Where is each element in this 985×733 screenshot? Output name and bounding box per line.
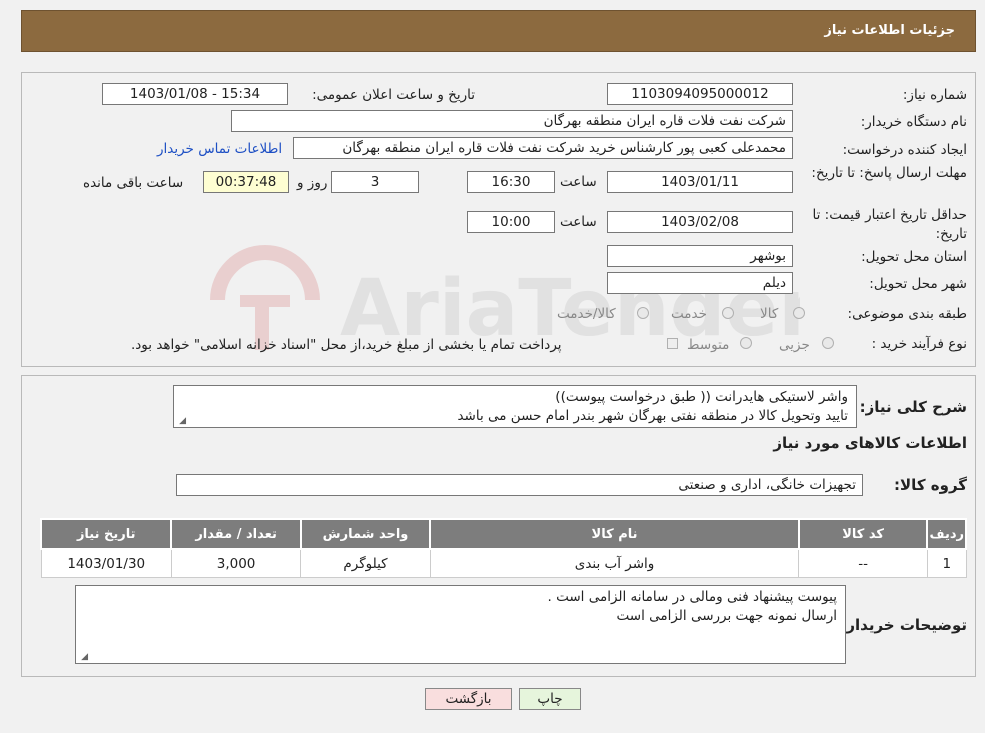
price-validity-label: حداقل تاریخ اعتبار قیمت: تا تاریخ:	[812, 207, 967, 242]
buyer-notes-textarea: پیوست پیشنهاد فنی ومالی در سامانه الزامی…	[75, 585, 846, 664]
page-header: جزئیات اطلاعات نیاز	[21, 10, 976, 52]
resize-grip-icon[interactable]: ◢	[78, 652, 88, 662]
category-option-goods-service: کالا/خدمت	[557, 306, 616, 322]
description-line-2: تایید وتحویل کالا در منطقه نفتی بهرگان ش…	[457, 408, 848, 424]
process-option-medium: متوسط	[687, 337, 730, 353]
goods-group-label: گروه کالا:	[894, 476, 967, 494]
resize-grip-icon[interactable]: ◢	[176, 416, 186, 426]
category-option-goods: کالا	[760, 306, 779, 322]
table-row: 1 -- واشر آب بندی کیلوگرم 3,000 1403/01/…	[40, 548, 967, 578]
page-title: جزئیات اطلاعات نیاز	[824, 23, 955, 38]
cell-unit: کیلوگرم	[300, 548, 431, 578]
reply-deadline-time: 16:30	[467, 171, 555, 193]
description-label: شرح کلی نیاز:	[859, 398, 967, 416]
buyer-notes-label: توضیحات خریدار:	[840, 616, 967, 634]
process-option-minor: جزیی	[779, 337, 810, 353]
cell-need-date: 1403/01/30	[40, 548, 172, 578]
header-row-number: ردیف	[926, 518, 967, 550]
cell-quantity: 3,000	[170, 548, 302, 578]
header-quantity: تعداد / مقدار	[170, 518, 302, 550]
treasury-checkbox[interactable]	[667, 338, 678, 349]
process-radio-minor[interactable]	[822, 337, 834, 349]
header-need-date: تاریخ نیاز	[39, 518, 173, 550]
goods-table: ردیف کد کالا نام کالا واحد شمارش تعداد /…	[39, 518, 967, 578]
buyer-notes-line-2: ارسال نمونه جهت بررسی الزامی است	[616, 608, 837, 624]
reply-deadline-label: مهلت ارسال پاسخ: تا تاریخ:	[811, 165, 967, 181]
buyer-org-field: شرکت نفت فلات قاره ایران منطقه بهرگان	[231, 110, 793, 132]
need-number-field: 1103094095000012	[607, 83, 793, 105]
buyer-contact-link[interactable]: اطلاعات تماس خریدار	[157, 141, 282, 157]
goods-section-title: اطلاعات کالاهای مورد نیاز	[773, 434, 967, 452]
category-radio-goods-service[interactable]	[637, 307, 649, 319]
category-radio-goods[interactable]	[793, 307, 805, 319]
remaining-time-field: 00:37:48	[203, 171, 289, 193]
reply-deadline-date: 1403/01/11	[607, 171, 793, 193]
city-label: شهر محل تحویل:	[869, 276, 967, 292]
cell-item-code: --	[798, 548, 928, 578]
header-item-code: کد کالا	[797, 518, 929, 550]
cell-row-number: 1	[926, 548, 967, 578]
price-validity-date: 1403/02/08	[607, 211, 793, 233]
province-label: استان محل تحویل:	[861, 249, 967, 265]
announce-datetime-field: 1403/01/08 - 15:34	[102, 83, 288, 105]
table-header-row: ردیف کد کالا نام کالا واحد شمارش تعداد /…	[39, 518, 967, 550]
announce-datetime-label: تاریخ و ساعت اعلان عمومی:	[312, 87, 475, 103]
buyer-notes-line-1: پیوست پیشنهاد فنی ومالی در سامانه الزامی…	[547, 589, 837, 605]
goods-group-field: تجهیزات خانگی، اداری و صنعتی	[176, 474, 863, 496]
header-unit: واحد شمارش	[299, 518, 432, 550]
price-validity-time: 10:00	[467, 211, 555, 233]
city-field: دیلم	[607, 272, 793, 294]
reply-days-field: 3	[331, 171, 419, 193]
description-line-1: واشر لاستیکی هایدرانت (( طبق درخواست پیو…	[555, 389, 848, 405]
process-note: پرداخت تمام یا بخشی از مبلغ خرید،از محل …	[131, 337, 562, 353]
description-textarea: واشر لاستیکی هایدرانت (( طبق درخواست پیو…	[173, 385, 857, 428]
cell-item-name: واشر آب بندی	[429, 548, 800, 578]
price-time-label: ساعت	[560, 214, 597, 230]
category-option-service: خدمت	[671, 306, 707, 322]
reply-time-label: ساعت	[560, 174, 597, 190]
back-button[interactable]: بازگشت	[425, 688, 512, 710]
buyer-org-label: نام دستگاه خریدار:	[860, 114, 967, 130]
category-radio-service[interactable]	[722, 307, 734, 319]
requester-label: ایجاد کننده درخواست:	[842, 142, 967, 158]
remaining-label: ساعت باقی مانده	[83, 175, 184, 191]
process-label: نوع فرآیند خرید :	[871, 336, 967, 352]
category-label: طبقه بندی موضوعی:	[847, 306, 967, 322]
print-button[interactable]: چاپ	[519, 688, 581, 710]
requester-field: محمدعلی کعبی پور کارشناس خرید شرکت نفت ف…	[293, 137, 793, 159]
header-item-name: نام کالا	[429, 518, 800, 550]
process-radio-medium[interactable]	[740, 337, 752, 349]
days-label: روز و	[297, 175, 328, 191]
province-field: بوشهر	[607, 245, 793, 267]
need-number-label: شماره نیاز:	[902, 87, 967, 103]
